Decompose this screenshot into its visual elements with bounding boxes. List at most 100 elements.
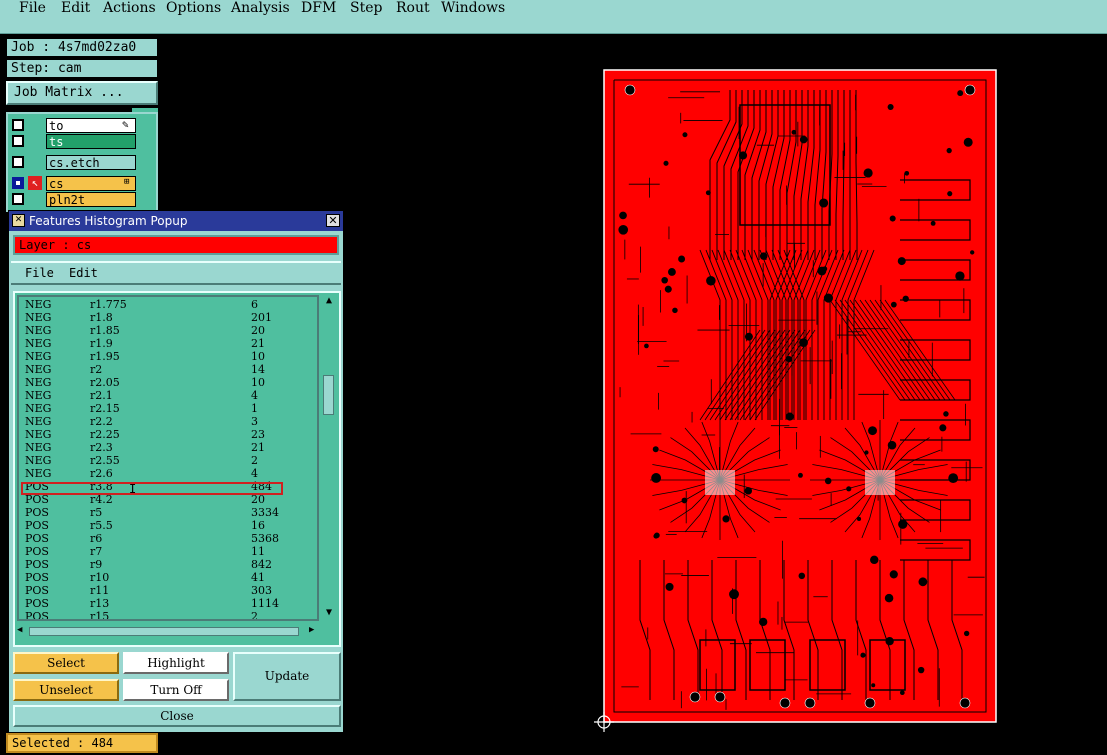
histogram-row[interactable]: NEG r2.2 3 (23, 415, 313, 428)
histogram-row[interactable]: NEG r1.9 21 (23, 337, 313, 350)
histogram-row[interactable]: NEG r2.05 10 (23, 376, 313, 389)
job-matrix-button[interactable]: Job Matrix ... (6, 81, 158, 105)
layer-row-to[interactable]: to ✎ (10, 118, 158, 134)
histogram-row[interactable]: NEG r2.3 21 (23, 441, 313, 454)
scroll-thumb[interactable] (323, 375, 334, 415)
mounting-hole (959, 697, 971, 709)
symbol-cell: r2 (90, 363, 103, 376)
histogram-row[interactable]: POS r5.5 16 (23, 519, 313, 532)
histogram-row[interactable]: NEG r2.1 4 (23, 389, 313, 402)
menu-dfm[interactable]: DFM (301, 0, 336, 16)
symbol-cell: r4.2 (90, 493, 113, 506)
layer-row-pln2t[interactable]: pln2t (10, 192, 158, 208)
symbol-cell: r2.15 (90, 402, 120, 415)
histogram-list[interactable]: POS r15 2 POS r13 1114 POS r11 303 POS r10 41 POS r9 8… (17, 295, 319, 621)
histogram-row[interactable]: POS r11 303 (23, 584, 313, 597)
via-pad (917, 666, 925, 674)
turn-off-button[interactable]: Turn Off (123, 679, 229, 701)
histogram-row[interactable]: NEG r2.6 4 (23, 467, 313, 480)
layer-checkbox-checked[interactable] (12, 177, 24, 189)
menu-windows[interactable]: Windows (441, 0, 505, 16)
layer-name[interactable]: cs.etch (46, 155, 136, 170)
count-cell: 201 (251, 311, 272, 324)
count-cell: 10 (251, 350, 265, 363)
menu-step[interactable]: Step (350, 0, 382, 16)
popup-menu-edit[interactable]: Edit (69, 263, 98, 283)
histogram-row[interactable]: NEG r2.15 1 (23, 402, 313, 415)
histogram-row[interactable]: NEG r1.8 201 (23, 311, 313, 324)
histogram-row[interactable]: NEG r2.55 2 (23, 454, 313, 467)
scroll-left-icon[interactable]: ◀ (17, 625, 22, 635)
histogram-row[interactable]: POS r10 41 (23, 571, 313, 584)
histogram-row[interactable]: NEG r2 14 (23, 363, 313, 376)
count-cell: 1 (251, 402, 258, 415)
layer-checkbox[interactable] (12, 193, 24, 205)
menu-file[interactable]: File (19, 0, 46, 16)
count-cell: 20 (251, 324, 265, 337)
via-pad (785, 356, 793, 363)
highlight-button[interactable]: Highlight (123, 652, 229, 674)
count-cell: 1114 (251, 597, 279, 610)
close-icon[interactable]: ✕ (326, 214, 340, 227)
hscroll-thumb[interactable] (29, 627, 299, 636)
via-pad (955, 271, 965, 281)
histogram-row[interactable]: POS r9 842 (23, 558, 313, 571)
histogram-list-frame: POS r15 2 POS r13 1114 POS r11 303 POS r10 41 POS r9 8… (13, 291, 341, 647)
via-pad (957, 90, 964, 97)
update-button[interactable]: Update (233, 652, 341, 701)
via-pad (759, 252, 768, 260)
histogram-row[interactable]: NEG r2.25 23 (23, 428, 313, 441)
via-pad (819, 198, 829, 208)
layer-row-cs[interactable]: ↖ cs ⊞ (10, 176, 158, 192)
scroll-down-icon[interactable]: ▼ (322, 607, 336, 618)
via-pad (884, 593, 894, 603)
histogram-row[interactable]: POS r3.8 484 (23, 480, 313, 493)
menu-actions[interactable]: Actions (103, 0, 156, 16)
close-button[interactable]: Close (13, 705, 341, 727)
horizontal-scrollbar[interactable]: ◀ ▶ (17, 625, 319, 639)
polarity-cell: NEG (25, 441, 52, 454)
via-pad (885, 637, 894, 646)
layer-row-ts[interactable]: ts (10, 134, 158, 150)
scroll-right-icon[interactable]: ▶ (309, 625, 314, 635)
menu-rout[interactable]: Rout (396, 0, 430, 16)
histogram-row[interactable]: POS r5 3334 (23, 506, 313, 519)
menu-edit[interactable]: Edit (61, 0, 90, 16)
polarity-cell: NEG (25, 389, 52, 402)
pen-icon: ✎ (122, 118, 129, 131)
symbol-cell: r2.55 (90, 454, 120, 467)
layer-name[interactable]: ts (46, 134, 136, 149)
layer-name[interactable]: pln2t (46, 192, 136, 207)
window-icon: ✕ (12, 214, 25, 227)
via-pad (948, 473, 959, 484)
polarity-cell: POS (25, 571, 49, 584)
histogram-row[interactable]: NEG r1.775 6 (23, 298, 313, 311)
via-pad (889, 570, 898, 579)
via-pad (871, 683, 876, 688)
symbol-cell: r2.2 (90, 415, 113, 428)
unselect-button[interactable]: Unselect (13, 679, 119, 701)
histogram-row[interactable]: POS r7 11 (23, 545, 313, 558)
scroll-up-icon[interactable]: ▲ (322, 295, 336, 306)
popup-menu-file[interactable]: File (25, 263, 54, 283)
layer-checkbox[interactable] (12, 135, 24, 147)
menu-options[interactable]: Options (166, 0, 221, 16)
layer-name[interactable]: cs (46, 176, 136, 191)
layer-checkbox[interactable] (12, 156, 24, 168)
vertical-scrollbar[interactable]: ▲ ▼ (321, 295, 337, 621)
symbol-cell: r7 (90, 545, 103, 558)
popup-title-bar[interactable]: ✕ Features Histogram Popup ✕ (9, 211, 343, 231)
via-pad (791, 129, 797, 135)
histogram-row[interactable]: POS r4.2 20 (23, 493, 313, 506)
layer-checkbox[interactable] (12, 119, 24, 131)
layer-row-cs-etch[interactable]: cs.etch (10, 155, 158, 171)
histogram-row[interactable]: POS r13 1114 (23, 597, 313, 610)
menu-analysis[interactable]: Analysis (231, 0, 290, 16)
histogram-row[interactable]: POS r6 5368 (23, 532, 313, 545)
histogram-row[interactable]: NEG r1.95 10 (23, 350, 313, 363)
histogram-row[interactable]: POS r15 2 (23, 610, 313, 619)
via-pad (863, 168, 873, 178)
count-cell: 21 (251, 337, 265, 350)
select-button[interactable]: Select (13, 652, 119, 674)
histogram-row[interactable]: NEG r1.85 20 (23, 324, 313, 337)
